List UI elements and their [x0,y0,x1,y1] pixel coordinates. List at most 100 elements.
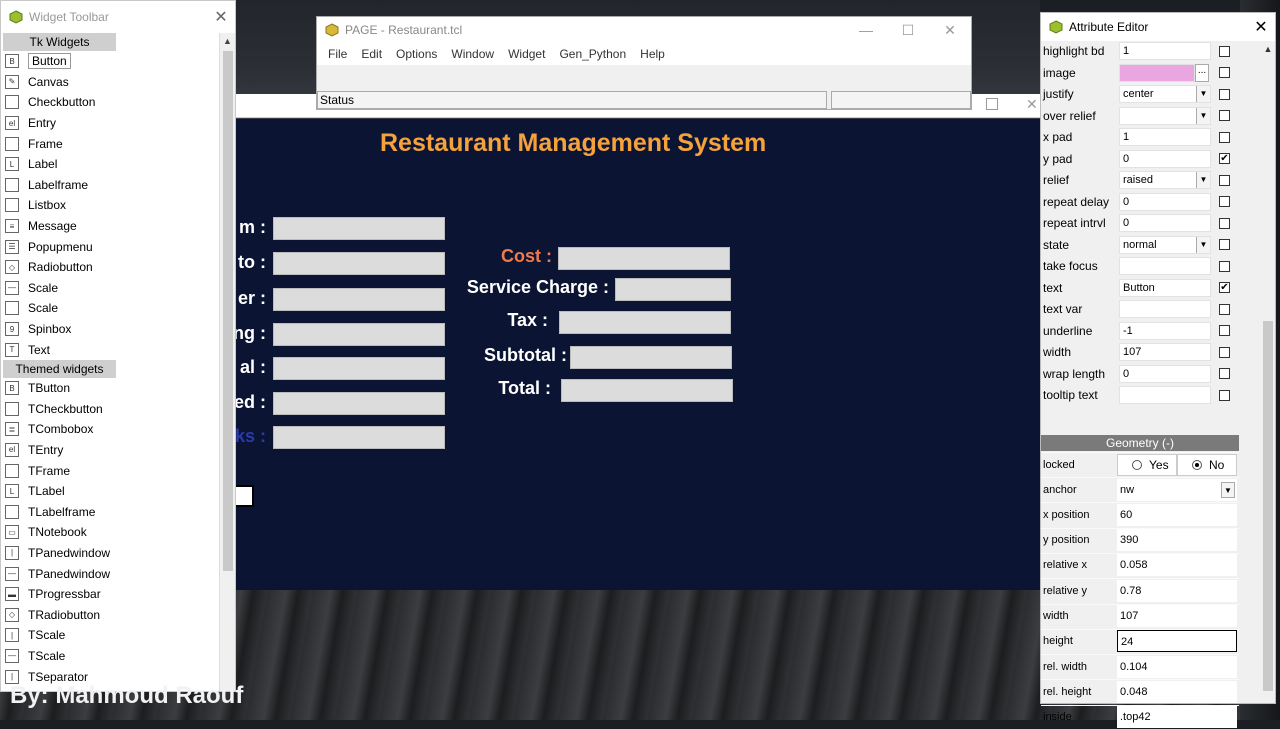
attr-value-justify[interactable]: center ▼ [1119,85,1211,103]
close-icon[interactable]: ✕ [207,7,235,27]
widget-item-tscale[interactable]: | TScale [1,625,221,646]
widget-item-tscale[interactable]: — TScale [1,646,221,667]
form-entry-tax[interactable] [559,311,731,334]
widget-item-tpanedwindow[interactable]: | TPanedwindow [1,543,221,564]
widget-item-tlabelframe[interactable]: TLabelframe [1,501,221,522]
minimize-icon[interactable]: — [845,22,887,39]
attr-value-y-pad[interactable]: 0 [1119,149,1211,168]
maximize-icon[interactable]: ☐ [887,22,929,39]
geo-value-x-position[interactable]: 60 [1117,503,1237,526]
attr-checkbox[interactable] [1219,325,1230,336]
attribute-scrollbar[interactable]: ▲ [1261,41,1275,703]
form-left-entry[interactable] [273,426,445,449]
widget-item-listbox[interactable]: Listbox [1,195,221,216]
widget-item-scale[interactable]: — Scale [1,278,221,299]
locked-radio-yes[interactable]: Yes [1117,453,1177,476]
widget-item-radiobutton[interactable]: ◇ Radiobutton [1,257,221,278]
widget-item-text[interactable]: T Text [1,339,221,360]
geo-value-inside[interactable]: .top42 [1117,706,1237,729]
attr-checkbox[interactable]: ✔ [1219,282,1230,293]
form-left-entry[interactable] [273,323,445,346]
widget-item-message[interactable]: ≡ Message [1,216,221,237]
menu-file[interactable]: File [321,47,354,61]
widget-item-tcombobox[interactable]: ≣ TCombobox [1,419,221,440]
attr-checkbox[interactable] [1219,67,1230,78]
geo-value-height[interactable]: 24 [1117,630,1237,653]
chevron-down-icon[interactable]: ▼ [1221,481,1235,498]
geometry-header[interactable]: Geometry (-) [1041,435,1239,451]
scroll-up-icon[interactable]: ▲ [220,33,235,49]
widget-item-popupmenu[interactable]: ☰ Popupmenu [1,236,221,257]
geo-value-width[interactable]: 107 [1117,605,1237,627]
toolbar-scrollbar[interactable]: ▲ [219,33,235,691]
widget-item-entry[interactable]: el Entry [1,113,221,134]
widget-item-label[interactable]: L Label [1,154,221,175]
widget-item-tprogressbar[interactable]: ▬ TProgressbar [1,584,221,605]
form-left-entry[interactable] [273,252,445,275]
attr-value-repeat-delay[interactable]: 0 [1119,192,1211,211]
widget-item-tframe[interactable]: TFrame [1,460,221,481]
attr-checkbox[interactable] [1219,196,1230,207]
attr-value-wrap-length[interactable]: 0 [1119,364,1211,383]
menu-help[interactable]: Help [633,47,672,61]
maximize-icon[interactable] [986,98,998,110]
attr-value-text-var[interactable] [1119,300,1211,318]
attr-checkbox[interactable] [1219,88,1230,100]
attr-checkbox[interactable] [1219,346,1230,358]
form-left-entry[interactable] [273,288,445,311]
form-left-entry[interactable] [273,357,445,380]
widget-item-button[interactable]: B Button [1,51,221,72]
geo-value-y-position[interactable]: 390 [1117,529,1237,552]
attr-checkbox[interactable]: ✔ [1219,153,1230,164]
widget-item-tpanedwindow[interactable]: — TPanedwindow [1,563,221,584]
attr-value-tooltip-text[interactable] [1119,386,1211,404]
attr-checkbox[interactable] [1219,368,1230,379]
attr-value-state[interactable]: normal ▼ [1119,235,1211,254]
geo-value-anchor[interactable]: nw ▼ [1117,478,1237,501]
form-entry-cost[interactable] [558,247,730,270]
chevron-down-icon[interactable]: ▼ [1196,172,1210,188]
attr-value-x-pad[interactable]: 1 [1119,128,1211,146]
form-entry-service[interactable] [615,278,731,301]
geo-value-rel-height[interactable]: 0.048 [1117,680,1237,703]
menu-edit[interactable]: Edit [354,47,389,61]
close-icon[interactable]: ✕ [1026,96,1038,113]
form-left-entry[interactable] [273,392,445,415]
menu-options[interactable]: Options [389,47,444,61]
attr-value-take-focus[interactable] [1119,257,1211,275]
attr-value-text[interactable]: Button [1119,278,1211,297]
scroll-up-icon[interactable]: ▲ [1261,41,1275,57]
attr-value-over-relief[interactable]: ▼ [1119,106,1211,125]
browse-button[interactable]: ... [1195,63,1209,82]
attr-checkbox[interactable] [1219,303,1230,315]
widget-item-tbutton[interactable]: B TButton [1,378,221,399]
widget-item-checkbutton[interactable]: Checkbutton [1,92,221,113]
geo-value-relative-x[interactable]: 0.058 [1117,554,1237,577]
widget-item-labelframe[interactable]: Labelframe [1,175,221,196]
menu-window[interactable]: Window [444,47,501,61]
widget-item-tradiobutton[interactable]: ◇ TRadiobutton [1,604,221,625]
form-entry-subtotal[interactable] [570,346,732,369]
widget-item-tcheckbutton[interactable]: TCheckbutton [1,399,221,420]
attr-checkbox[interactable] [1219,131,1230,143]
page-titlebar[interactable]: PAGE - Restaurant.tcl — ☐ ✕ [317,17,971,43]
attr-checkbox[interactable] [1219,239,1230,250]
geo-value-relative-y[interactable]: 0.78 [1117,579,1237,602]
attr-checkbox[interactable] [1219,45,1230,57]
chevron-down-icon[interactable]: ▼ [1196,86,1210,102]
geo-value-rel-width[interactable]: 0.104 [1117,655,1237,678]
attr-checkbox[interactable] [1219,389,1230,401]
widget-item-tnotebook[interactable]: ▭ TNotebook [1,522,221,543]
locked-radio-no[interactable]: No [1177,453,1237,476]
close-icon[interactable]: ✕ [929,22,971,39]
scroll-thumb[interactable] [223,51,233,571]
chevron-down-icon[interactable]: ▼ [1196,236,1210,253]
chevron-down-icon[interactable]: ▼ [1196,107,1210,124]
form-entry-total[interactable] [561,379,733,402]
widget-item-frame[interactable]: Frame [1,133,221,154]
widget-item-canvas[interactable]: ✎ Canvas [1,72,221,93]
close-icon[interactable]: ✕ [1247,17,1275,37]
attribute-editor-titlebar[interactable]: Attribute Editor ✕ [1041,13,1275,41]
widget-item-tlabel[interactable]: L TLabel [1,481,221,502]
attr-value-underline[interactable]: -1 [1119,321,1211,340]
